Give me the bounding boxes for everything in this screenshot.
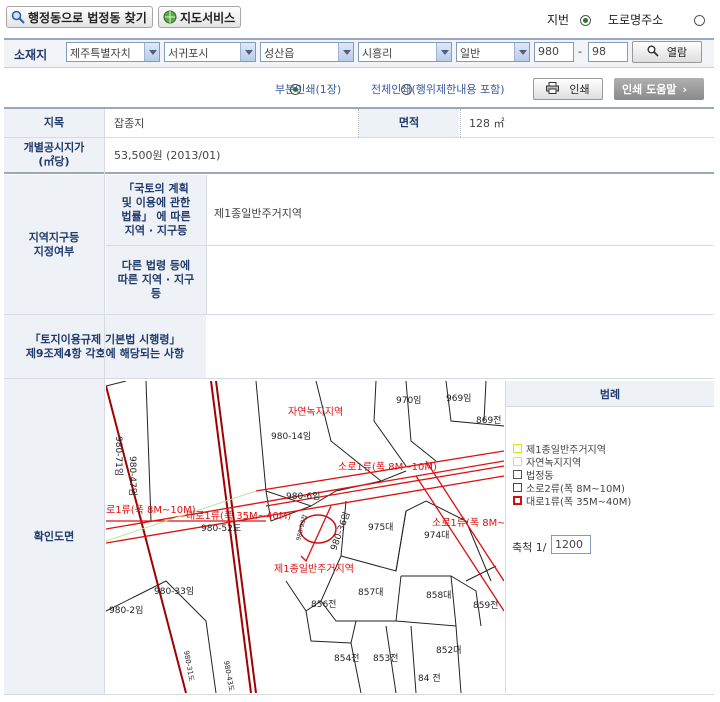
city-value: 서귀포시 — [168, 47, 209, 60]
parcel-label: 852대 — [436, 645, 461, 656]
parcel-label: 980-71임 — [113, 436, 125, 476]
parcel-label: 980-33임 — [154, 585, 194, 597]
parcel-label: 974대 — [424, 530, 449, 541]
city-select[interactable]: 서귀포시 — [164, 42, 256, 62]
chevron-down-icon — [514, 43, 529, 61]
parcel-label: 980-43도 — [222, 660, 235, 693]
land-type-select[interactable]: 일반 — [456, 42, 530, 62]
view-button-label: 열람 — [666, 46, 688, 59]
search-icon — [647, 45, 659, 60]
parcel-label: 980-6임 — [286, 490, 320, 502]
sub-number-input[interactable]: 98 — [588, 42, 628, 62]
national-land-law-value: 제1종일반주거지역 — [214, 207, 302, 220]
print-help-button[interactable]: 인쇄 도움말 › — [614, 78, 704, 100]
parcel-label: 856전 — [311, 599, 336, 610]
admin-to-legal-label: 행정동으로 법정동 찾기 — [28, 10, 147, 25]
chevron-down-icon — [436, 43, 451, 61]
legend-swatch — [513, 496, 522, 505]
globe-icon — [163, 10, 177, 24]
partial-print-label: 부분인쇄(1장) — [275, 83, 342, 96]
chevron-down-icon — [144, 43, 159, 61]
parcel-label: 969임 — [446, 392, 471, 404]
address-row-label: 소재지 — [14, 48, 48, 62]
zone-label: 자연녹지지역 — [288, 406, 343, 418]
zone-label: 소로1류(폭 8M~10M) — [338, 461, 437, 473]
admin-to-legal-button[interactable]: 행정동으로 법정동 찾기 — [6, 6, 153, 28]
parcel-label: 980-47임 — [127, 456, 139, 496]
lot-number-radio[interactable] — [580, 14, 591, 26]
road-address-radio[interactable] — [693, 14, 705, 26]
regulation-header: 「토지이용규제 기본법 시행령」 제9조제4항 각호에 해당되는 사항 — [4, 315, 206, 378]
regulation-value — [206, 315, 606, 378]
parcel-label: 975대 — [368, 522, 393, 533]
other-law-value — [206, 246, 606, 314]
parcel-label: 970임 — [396, 394, 421, 406]
parcel-label: 980-14임 — [271, 430, 311, 442]
legend-title: 범례 — [506, 381, 714, 407]
parcel-label: 857대 — [358, 587, 383, 598]
print-help-label: 인쇄 도움말 — [622, 83, 677, 96]
zone-label: 제1종일반주거지역 — [274, 563, 354, 575]
legend-swatch — [513, 483, 522, 492]
land-category-value: 잡종지 — [114, 117, 145, 130]
parcel-label: 853전 — [373, 653, 398, 664]
cadastral-map[interactable]: 970임 969임 869전 980-14임 980-6임 975대 974대 … — [106, 381, 504, 693]
parcel-label: 859전 — [473, 600, 498, 611]
legend-swatch — [513, 470, 522, 479]
map-service-label: 지도서비스 — [180, 10, 236, 25]
official-price-value: 53,500원 (2013/01) — [114, 149, 221, 162]
zone-label: 대로1류(폭 35M~40M) — [186, 510, 291, 522]
other-law-header: 다른 법령 등에 따른 지역 · 지구 등 — [106, 246, 206, 314]
area-header: 면적 — [359, 109, 459, 137]
chevron-down-icon — [338, 43, 353, 61]
print-button-label: 인쇄 — [569, 83, 590, 96]
chevron-down-icon — [240, 43, 255, 61]
parcel-label: 980-36임 — [328, 510, 353, 552]
main-number-input[interactable]: 980 — [534, 42, 574, 62]
zoning-header: 지역지구등 지정여부 — [4, 175, 104, 314]
parcel-label: 854전 — [334, 653, 359, 664]
scale-input[interactable]: 1200 — [551, 535, 591, 554]
view-button[interactable]: 열람 — [632, 41, 702, 63]
province-value: 제주특별자치 — [70, 47, 131, 60]
legend-swatch — [513, 444, 522, 453]
parcel-label: 980-52도 — [201, 524, 241, 534]
legend-item: 대로1류(폭 35M~40M) — [513, 493, 631, 508]
scale-label: 축척 1/ — [512, 541, 547, 554]
parcel-label: 980-31도 — [182, 650, 195, 683]
legend-swatch — [513, 457, 522, 466]
village-value: 시흥리 — [362, 47, 393, 60]
lot-number-label: 지번 — [547, 13, 570, 27]
town-select[interactable]: 성산읍 — [260, 42, 354, 62]
parcel-label: 980-98잡 — [295, 513, 309, 541]
parcel-label: 980-2임 — [109, 604, 143, 616]
zone-label: 로1류(폭 8M~10M) — [106, 504, 196, 516]
map-header: 확인도면 — [4, 379, 104, 694]
legend-label: 대로1류(폭 35M~40M) — [526, 497, 632, 508]
print-button[interactable]: 인쇄 — [533, 78, 603, 100]
chevron-right-icon: › — [682, 82, 687, 96]
town-value: 성산읍 — [264, 47, 295, 60]
province-select[interactable]: 제주특별자치 — [66, 42, 160, 62]
land-category-header: 지목 — [4, 109, 104, 137]
road-address-label: 도로명주소 — [608, 13, 664, 27]
village-select[interactable]: 시흥리 — [358, 42, 452, 62]
official-price-header: 개별공시지가 (㎡당) — [4, 138, 104, 172]
number-dash: - — [578, 45, 582, 58]
parcel-label: 869전 — [476, 415, 501, 426]
parcel-label: 84 전 — [418, 673, 441, 684]
full-print-label: 전체인쇄(행위제한내용 포함) — [371, 83, 505, 96]
printer-icon — [546, 81, 560, 97]
area-value: 128 ㎡ — [469, 117, 505, 130]
zone-label: 소로1류(폭 8M~10M) — [432, 517, 504, 529]
national-land-law-header: 「국토의 계획 및 이용에 관한 법률」 에 따른 지역 · 지구등 — [106, 175, 206, 245]
land-type-value: 일반 — [460, 47, 481, 60]
parcel-label: 858대 — [426, 590, 451, 601]
search-icon — [11, 10, 25, 24]
map-service-button[interactable]: 지도서비스 — [158, 6, 241, 28]
